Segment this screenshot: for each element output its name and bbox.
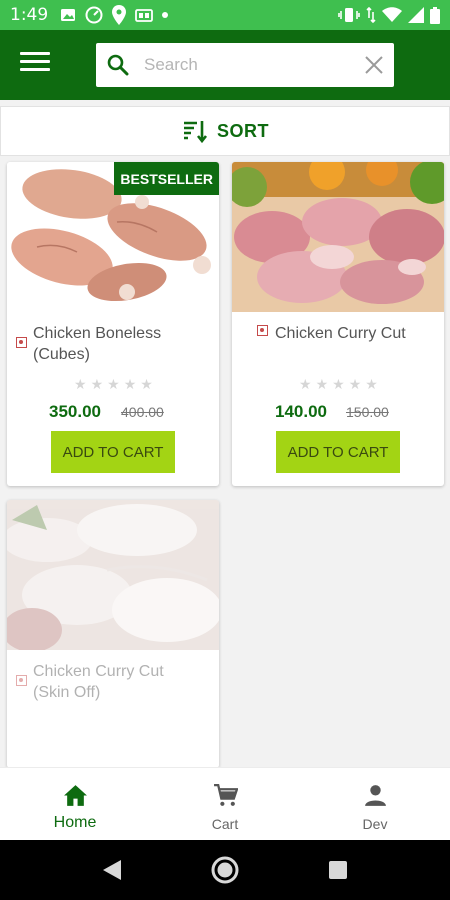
rating-stars: ★ ★ ★ ★ ★ [299,377,378,393]
nav-home-label: Home [53,814,97,831]
nav-home[interactable]: Home [0,768,150,841]
star-icon: ★ [348,377,362,393]
product-name: Chicken Curry Cut [275,325,406,342]
product-image[interactable] [7,500,219,650]
add-to-cart-button[interactable]: ADD TO CART [51,431,175,473]
product-card[interactable]: BESTSELLER Chicken Boneless (Cubes) ★ ★ ★ ★… [7,162,219,486]
chicken-skinless-image [7,500,219,650]
star-icon: ★ [107,377,120,393]
menu-icon-bar [20,52,50,55]
product-name: Chicken Curry Cut (Skin Off) [33,663,164,701]
data-arrows-icon [366,7,376,23]
product-mrp: 400.00 [121,404,164,420]
battery-icon [430,6,440,24]
menu-icon-bar [20,60,50,63]
product-mrp: 150.00 [346,404,389,420]
star-icon: ★ [365,377,378,393]
speedometer-icon [85,6,103,24]
back-icon[interactable] [101,858,123,882]
star-icon: ★ [332,377,345,393]
product-name: Chicken Boneless (Cubes) [33,325,162,363]
chicken-curry-cut-image [232,162,444,312]
star-icon: ★ [315,377,329,393]
close-icon[interactable] [363,54,385,76]
dot-icon [162,12,169,18]
home-circle-icon[interactable] [210,855,240,885]
product-price: 140.00 [275,402,327,421]
nav-cart[interactable]: Cart [150,768,300,841]
star-icon: ★ [123,377,137,393]
search-input[interactable] [144,55,354,75]
nav-cart-label: Cart [211,816,239,832]
star-icon: ★ [299,377,312,393]
cart-icon [214,783,238,806]
app-bar [0,30,450,100]
non-veg-icon [16,675,27,686]
nav-profile-label: Dev [362,816,388,832]
menu-icon-bar [20,68,50,71]
vibrate-icon [338,8,360,22]
nav-profile[interactable]: Dev [300,768,450,841]
signal-icon [408,7,424,23]
wifi-icon [382,7,402,22]
search-box[interactable] [96,43,394,87]
gallery-icon [61,9,76,21]
star-icon: ★ [140,377,153,393]
faded-content: Chicken Curry Cut (Skin Off) [7,500,219,768]
add-to-cart-button[interactable]: ADD TO CART [276,431,400,473]
product-card[interactable]: Chicken Curry Cut (Skin Off) [7,500,219,768]
menu-button[interactable] [20,52,50,78]
bottom-nav: Home Cart Dev [0,767,450,840]
non-veg-icon [16,337,27,348]
status-bar: 1:49 [0,0,450,30]
rating-stars: ★ ★ ★ ★ ★ [74,377,153,393]
product-card[interactable]: Chicken Curry Cut ★ ★ ★ ★ ★ 140.00 150.00 AD… [232,162,444,486]
card-icon [135,8,154,22]
sort-icon [183,121,207,144]
bestseller-badge: BESTSELLER [114,162,219,195]
recents-icon[interactable] [328,860,348,880]
status-time: 1:49 [10,5,49,25]
sort-label: SORT [216,120,269,141]
product-image[interactable] [232,162,444,312]
non-veg-icon [257,325,268,336]
location-icon [112,5,127,25]
home-icon [64,785,87,806]
star-icon: ★ [74,377,87,393]
system-navigation-bar [0,840,450,900]
search-icon [107,54,129,76]
person-icon [365,785,386,806]
star-icon: ★ [90,377,104,393]
product-price: 350.00 [49,402,101,421]
sort-button[interactable]: SORT [0,106,450,156]
